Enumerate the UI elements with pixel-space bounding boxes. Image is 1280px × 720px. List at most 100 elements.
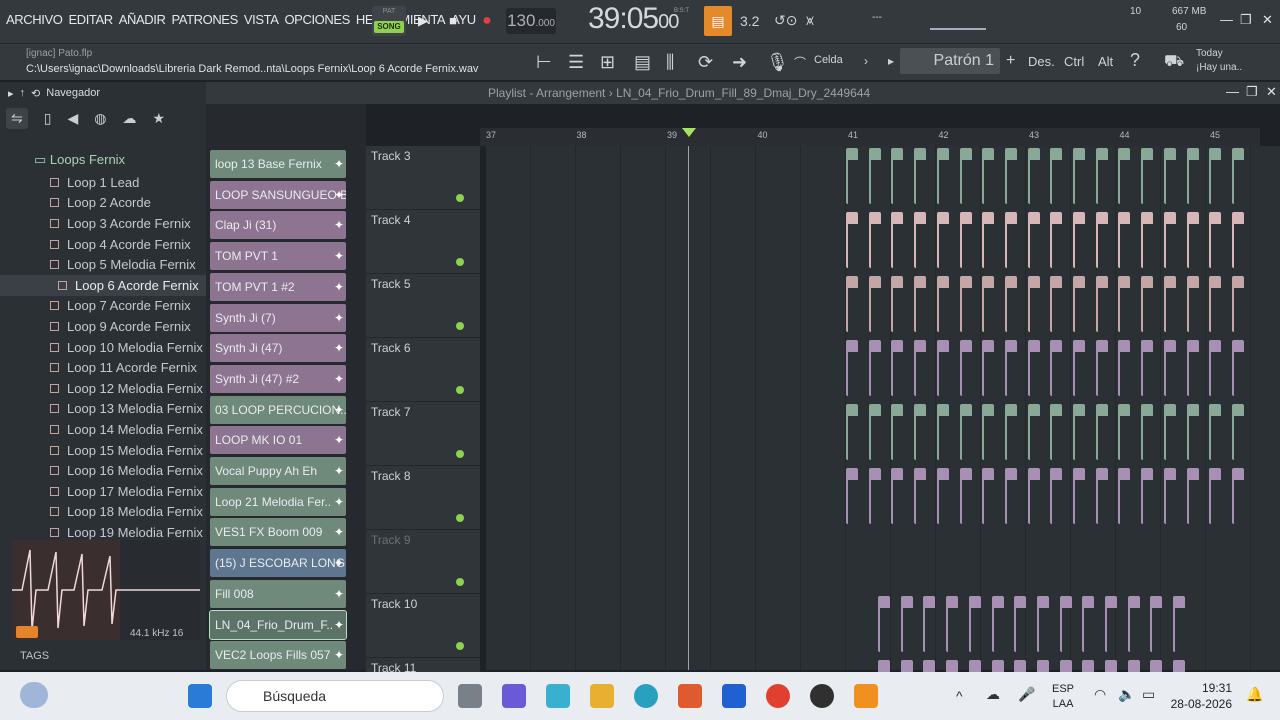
- audio-clip[interactable]: [1050, 276, 1063, 332]
- audio-clip[interactable]: [1050, 468, 1063, 524]
- track-header[interactable]: Track 4: [366, 210, 480, 274]
- audio-clip[interactable]: [1118, 212, 1131, 268]
- audio-clip[interactable]: [891, 276, 904, 332]
- teams-icon[interactable]: [502, 684, 526, 708]
- audio-clip[interactable]: [1163, 212, 1176, 268]
- pattern-arrow-icon[interactable]: ▸: [888, 54, 894, 68]
- audio-clip[interactable]: [959, 148, 972, 204]
- menu-item[interactable]: ARCHIVO: [6, 12, 63, 27]
- cloud-tab-icon[interactable]: ☁: [122, 110, 136, 127]
- audio-clip[interactable]: [1004, 468, 1017, 524]
- search-box[interactable]: Búsqueda: [226, 680, 444, 712]
- browser-file-item[interactable]: Loop 4 Acorde Fernix: [0, 234, 206, 255]
- blend-notes-icon[interactable]: 3.2: [740, 13, 759, 29]
- track-led[interactable]: [456, 514, 464, 522]
- audio-clip[interactable]: [959, 404, 972, 460]
- audio-clip[interactable]: [936, 468, 949, 524]
- menu-item[interactable]: EDITAR: [68, 12, 113, 27]
- audio-clip[interactable]: [891, 468, 904, 524]
- audio-clip[interactable]: [936, 340, 949, 396]
- task-view-icon[interactable]: [458, 684, 482, 708]
- audio-clip[interactable]: [936, 148, 949, 204]
- audio-clip[interactable]: [1163, 404, 1176, 460]
- audio-clip[interactable]: [1095, 148, 1108, 204]
- audio-clip[interactable]: [1150, 596, 1163, 652]
- audio-clip[interactable]: [891, 340, 904, 396]
- browser-file-item[interactable]: Loop 17 Melodia Fernix: [0, 481, 206, 502]
- audio-clip[interactable]: [982, 148, 995, 204]
- audio-clip[interactable]: [1004, 340, 1017, 396]
- des-button[interactable]: Des.: [1028, 54, 1055, 69]
- audio-clip[interactable]: [1004, 212, 1017, 268]
- audio-clip[interactable]: [914, 148, 927, 204]
- audio-clip[interactable]: [846, 276, 858, 332]
- shop-icon[interactable]: ⛟: [1164, 52, 1184, 72]
- stop-button[interactable]: ■: [440, 9, 466, 33]
- headphone-icon[interactable]: ⌒: [794, 54, 806, 71]
- arrow-right-icon[interactable]: ➜: [732, 52, 747, 73]
- channel-button[interactable]: Synth Ji (7) ✦: [210, 303, 346, 332]
- track-led[interactable]: [456, 642, 464, 650]
- close-icon[interactable]: ✕: [1262, 12, 1273, 28]
- cell-label[interactable]: Celda: [814, 54, 843, 66]
- channel-button[interactable]: TOM PVT 1 ✦: [210, 242, 346, 271]
- audio-clip[interactable]: [1186, 404, 1199, 460]
- audio-clip[interactable]: [878, 596, 890, 652]
- audio-clip[interactable]: [1027, 276, 1040, 332]
- audio-clip[interactable]: [1163, 276, 1176, 332]
- track-led[interactable]: [456, 386, 464, 394]
- audio-clip[interactable]: [982, 212, 995, 268]
- refresh-icon[interactable]: ⟳: [698, 52, 713, 73]
- track-header[interactable]: Track 3: [366, 146, 480, 210]
- browser-file-item[interactable]: Loop 9 Acorde Fernix: [0, 316, 206, 337]
- play-button[interactable]: ▶: [410, 9, 436, 33]
- browser-file-item[interactable]: Loop 13 Melodia Fernix: [0, 399, 206, 420]
- audio-clip[interactable]: [868, 404, 881, 460]
- channel-button[interactable]: LOOP MK IO 01 ✦: [210, 426, 346, 455]
- chrome-icon[interactable]: [766, 684, 790, 708]
- wifi-icon[interactable]: ◠: [1094, 686, 1106, 703]
- record-button[interactable]: ●: [474, 9, 500, 33]
- audio-clip[interactable]: [1231, 468, 1244, 524]
- channel-button[interactable]: loop 13 Base Fernix ✦: [210, 150, 346, 178]
- audio-clip[interactable]: [1209, 404, 1222, 460]
- audio-clip[interactable]: [982, 468, 995, 524]
- audio-clip[interactable]: [891, 212, 904, 268]
- audio-clip[interactable]: [1105, 596, 1117, 652]
- audio-clip[interactable]: [1073, 404, 1085, 460]
- pat-song-toggle[interactable]: PAT SONG: [372, 6, 406, 36]
- audio-clip[interactable]: [914, 404, 927, 460]
- pattern-selector[interactable]: Patrón 1: [900, 48, 1000, 74]
- audio-clip[interactable]: [1231, 212, 1244, 268]
- audio-clip[interactable]: [1118, 276, 1131, 332]
- browser-file-item[interactable]: Loop 2 Acorde: [0, 193, 206, 214]
- audio-clip[interactable]: [946, 596, 959, 652]
- channel-button[interactable]: Vocal Puppy Ah Eh ✦: [210, 457, 346, 485]
- all-tab-icon[interactable]: ⇋: [6, 107, 28, 129]
- news-text[interactable]: ¡Hay una..: [1196, 62, 1242, 73]
- audio-clip[interactable]: [1073, 212, 1085, 268]
- piano-roll-icon[interactable]: ⊞: [600, 52, 615, 73]
- browser-file-item[interactable]: Loop 5 Melodia Fernix: [0, 254, 206, 275]
- audio-clip[interactable]: [1073, 340, 1085, 396]
- channel-button[interactable]: Synth Ji (47) ✦: [210, 334, 346, 363]
- channel-button[interactable]: LN_04_Frio_Drum_F.. ✦: [209, 609, 347, 640]
- audio-clip[interactable]: [868, 148, 881, 204]
- audio-clip[interactable]: [1118, 148, 1131, 204]
- clock[interactable]: 19:31 28-08-2026: [1171, 680, 1232, 712]
- tray-chevron-icon[interactable]: ^: [956, 688, 963, 704]
- audio-clip[interactable]: [914, 468, 927, 524]
- sound-tab-icon[interactable]: ◀: [67, 110, 78, 127]
- loop-record-icon[interactable]: ↺⊙: [774, 12, 797, 29]
- channel-button[interactable]: VEC2 Loops Fills 057 ✦: [210, 641, 346, 670]
- audio-clip[interactable]: [1141, 468, 1154, 524]
- audio-clip[interactable]: [1118, 404, 1131, 460]
- menu-item[interactable]: PATRONES: [171, 12, 238, 27]
- audio-clip[interactable]: [1231, 276, 1244, 332]
- expand-icon[interactable]: ▸: [8, 87, 14, 100]
- audio-clip[interactable]: [1163, 340, 1176, 396]
- start-icon[interactable]: [188, 684, 212, 708]
- audio-clip[interactable]: [1036, 596, 1049, 652]
- audio-clip[interactable]: [936, 276, 949, 332]
- playhead-icon[interactable]: [682, 128, 696, 137]
